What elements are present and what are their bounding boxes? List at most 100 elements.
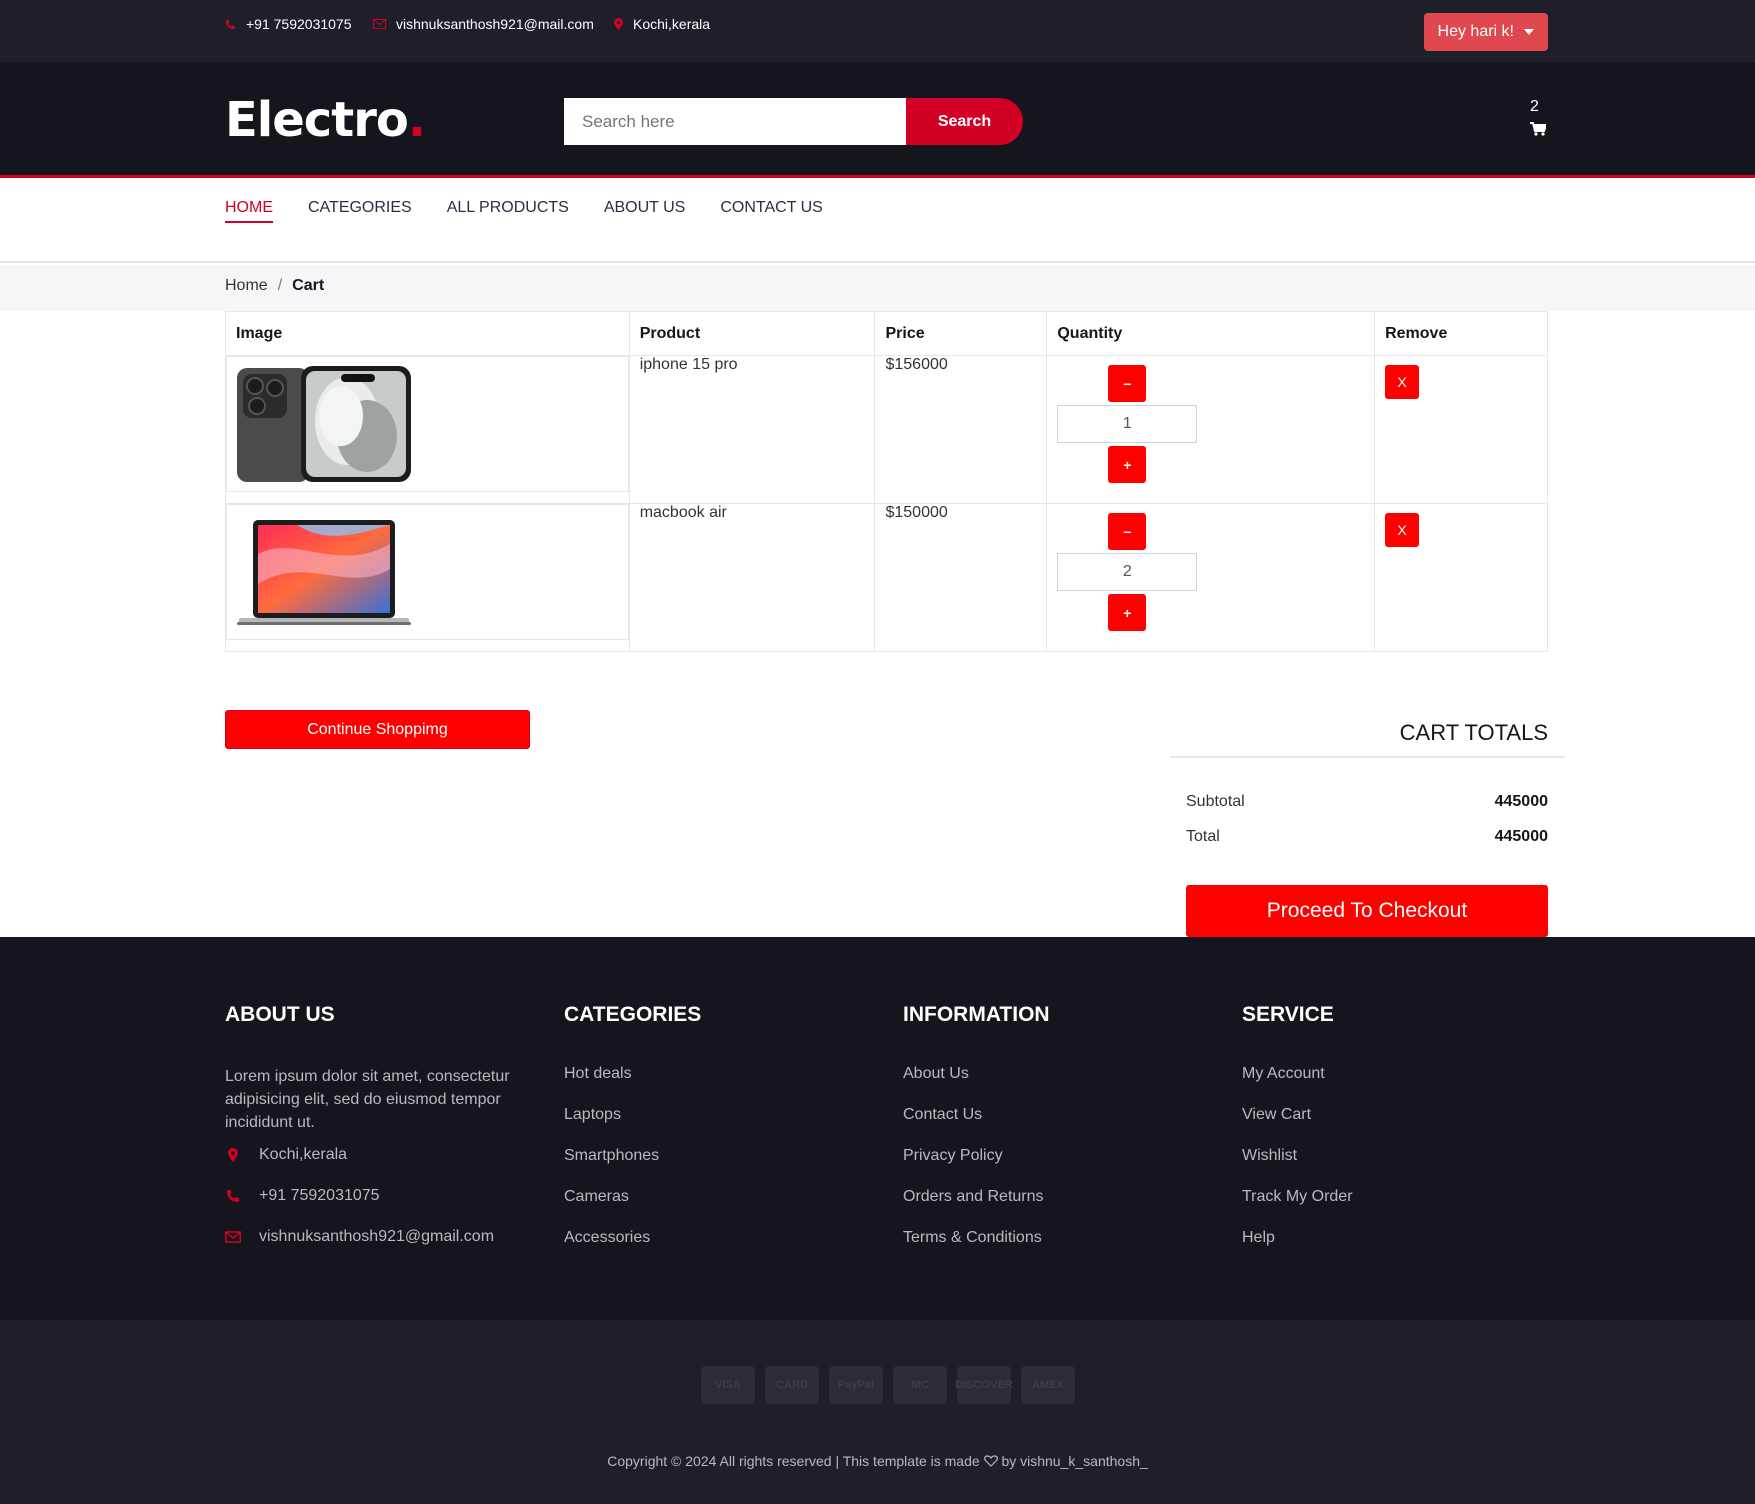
bottom-footer: VISA CARD PayPal MC DISCOVER AMEX Copyri…	[0, 1320, 1755, 1504]
nav-about-us[interactable]: ABOUT US	[604, 199, 686, 223]
total-row: Total 445000	[1186, 828, 1548, 846]
amex-card-icon: AMEX	[1021, 1366, 1075, 1404]
breadcrumb-separator: /	[277, 277, 283, 294]
topbar-email-text: vishnuksanthosh921@mail.com	[396, 16, 594, 32]
remove-item-button[interactable]: X	[1385, 513, 1420, 547]
cart-count: 2	[1530, 98, 1539, 115]
copyright-author[interactable]: by vishnu_k_santhosh_	[1001, 1453, 1147, 1469]
phone-icon	[227, 1190, 239, 1202]
map-marker-icon	[614, 18, 623, 30]
footer-phone[interactable]: +91 7592031075	[225, 1187, 525, 1228]
footer-about-title: ABOUT US	[225, 1003, 335, 1026]
user-menu-label: Hey hari k!	[1437, 23, 1514, 40]
visa-card-icon: VISA	[701, 1366, 755, 1404]
breadcrumb-home[interactable]: Home	[225, 277, 268, 295]
decrease-qty-button[interactable]: −	[1108, 513, 1147, 550]
footer-information: INFORMATION About Us Contact Us Privacy …	[903, 1003, 1203, 1270]
footer-location[interactable]: Kochi,kerala	[225, 1146, 525, 1187]
quantity-input[interactable]	[1057, 405, 1198, 443]
user-menu-button[interactable]: Hey hari k!	[1423, 13, 1548, 51]
image-cell	[225, 355, 630, 504]
product-image-frame	[226, 504, 629, 640]
product-price: $156000	[874, 355, 1048, 504]
divider	[1170, 756, 1565, 758]
credit-card-icon: CARD	[765, 1366, 819, 1404]
footer-categories-title: CATEGORIES	[564, 1003, 702, 1026]
checkout-button[interactable]: Proceed To Checkout	[1186, 885, 1548, 937]
footer: ABOUT US Lorem ipsum dolor sit amet, con…	[0, 937, 1755, 1320]
search-input[interactable]	[564, 98, 906, 145]
footer-link[interactable]: Accessories	[564, 1229, 864, 1270]
footer-service-title: SERVICE	[1242, 1003, 1334, 1026]
footer-link[interactable]: My Account	[1242, 1065, 1542, 1106]
subtotal-label: Subtotal	[1186, 793, 1245, 810]
product-name[interactable]: macbook air	[628, 503, 876, 652]
continue-shopping-button[interactable]: Continue Shoppimg	[225, 710, 530, 749]
footer-link[interactable]: Privacy Policy	[903, 1147, 1203, 1188]
footer-link[interactable]: Contact Us	[903, 1106, 1203, 1147]
increase-qty-button[interactable]: +	[1108, 594, 1147, 631]
search-button[interactable]: Search	[906, 98, 1023, 145]
remove-item-button[interactable]: X	[1385, 365, 1420, 399]
increase-qty-button[interactable]: +	[1108, 446, 1147, 483]
logo-text: Electro	[225, 92, 409, 148]
breadcrumb-current: Cart	[292, 277, 325, 294]
heart-icon	[983, 1455, 998, 1467]
envelope-icon	[373, 19, 386, 29]
topbar-phone[interactable]: +91 7592031075	[225, 16, 352, 32]
header-image: Image	[225, 311, 630, 356]
payment-methods: VISA CARD PayPal MC DISCOVER AMEX	[701, 1366, 1085, 1404]
discover-card-icon: DISCOVER	[955, 1366, 1013, 1404]
header-product: Product	[628, 311, 876, 356]
footer-link[interactable]: Terms & Conditions	[903, 1229, 1203, 1270]
footer-link[interactable]: Track My Order	[1242, 1188, 1542, 1229]
envelope-icon	[225, 1231, 241, 1243]
header-price: Price	[874, 311, 1048, 356]
phone-icon	[225, 19, 236, 29]
footer-link[interactable]: About Us	[903, 1065, 1203, 1106]
footer-link[interactable]: Wishlist	[1242, 1147, 1542, 1188]
total-value: 445000	[1494, 828, 1548, 845]
footer-categories: CATEGORIES Hot deals Laptops Smartphones…	[564, 1003, 864, 1270]
quantity-input[interactable]	[1057, 553, 1198, 591]
footer-link[interactable]: Orders and Returns	[903, 1188, 1203, 1229]
iphone-image	[237, 366, 411, 482]
remove-cell: X	[1374, 503, 1548, 652]
table-row: macbook air $150000 − + X	[225, 503, 1548, 652]
footer-link[interactable]: Hot deals	[564, 1065, 864, 1106]
nav-contact-us[interactable]: CONTACT US	[720, 199, 823, 223]
nav-categories[interactable]: CATEGORIES	[308, 199, 412, 223]
nav-home[interactable]: HOME	[225, 199, 273, 223]
footer-information-title: INFORMATION	[903, 1003, 1050, 1026]
footer-link[interactable]: Smartphones	[564, 1147, 864, 1188]
product-price: $150000	[874, 503, 1048, 652]
table-row: iphone 15 pro $156000 − + X	[225, 355, 1548, 504]
footer-link[interactable]: Laptops	[564, 1106, 864, 1147]
site-logo[interactable]: Electro.	[225, 92, 426, 148]
footer-about-text: Lorem ipsum dolor sit amet, consectetur …	[225, 1068, 510, 1131]
cart-table: Image Product Price Quantity Remove ipho…	[225, 311, 1548, 652]
copyright-text: Copyright © 2024 All rights reserved | T…	[607, 1453, 980, 1469]
remove-cell: X	[1374, 355, 1548, 504]
footer-email[interactable]: vishnuksanthosh921@gmail.com	[225, 1228, 525, 1269]
topbar-location[interactable]: Kochi,kerala	[614, 16, 710, 32]
footer-email-text: vishnuksanthosh921@gmail.com	[259, 1228, 495, 1245]
footer-link[interactable]: Help	[1242, 1229, 1542, 1270]
decrease-qty-button[interactable]: −	[1108, 365, 1147, 402]
quantity-stepper: − +	[1057, 504, 1198, 631]
product-name[interactable]: iphone 15 pro	[628, 355, 876, 504]
header-quantity: Quantity	[1046, 311, 1376, 356]
nav-all-products[interactable]: ALL PRODUCTS	[447, 199, 569, 223]
footer-link[interactable]: Cameras	[564, 1188, 864, 1229]
caret-down-icon	[1524, 29, 1534, 35]
map-marker-icon	[228, 1148, 238, 1162]
quantity-cell: − +	[1046, 503, 1376, 652]
quantity-stepper: − +	[1057, 356, 1198, 483]
topbar-email[interactable]: vishnuksanthosh921@mail.com	[373, 16, 594, 32]
footer-about: ABOUT US Lorem ipsum dolor sit amet, con…	[225, 1003, 525, 1269]
cart-icon[interactable]	[1530, 122, 1546, 136]
image-cell	[225, 503, 630, 652]
footer-location-text: Kochi,kerala	[259, 1146, 348, 1163]
topbar-phone-text: +91 7592031075	[246, 16, 352, 32]
footer-link[interactable]: View Cart	[1242, 1106, 1542, 1147]
